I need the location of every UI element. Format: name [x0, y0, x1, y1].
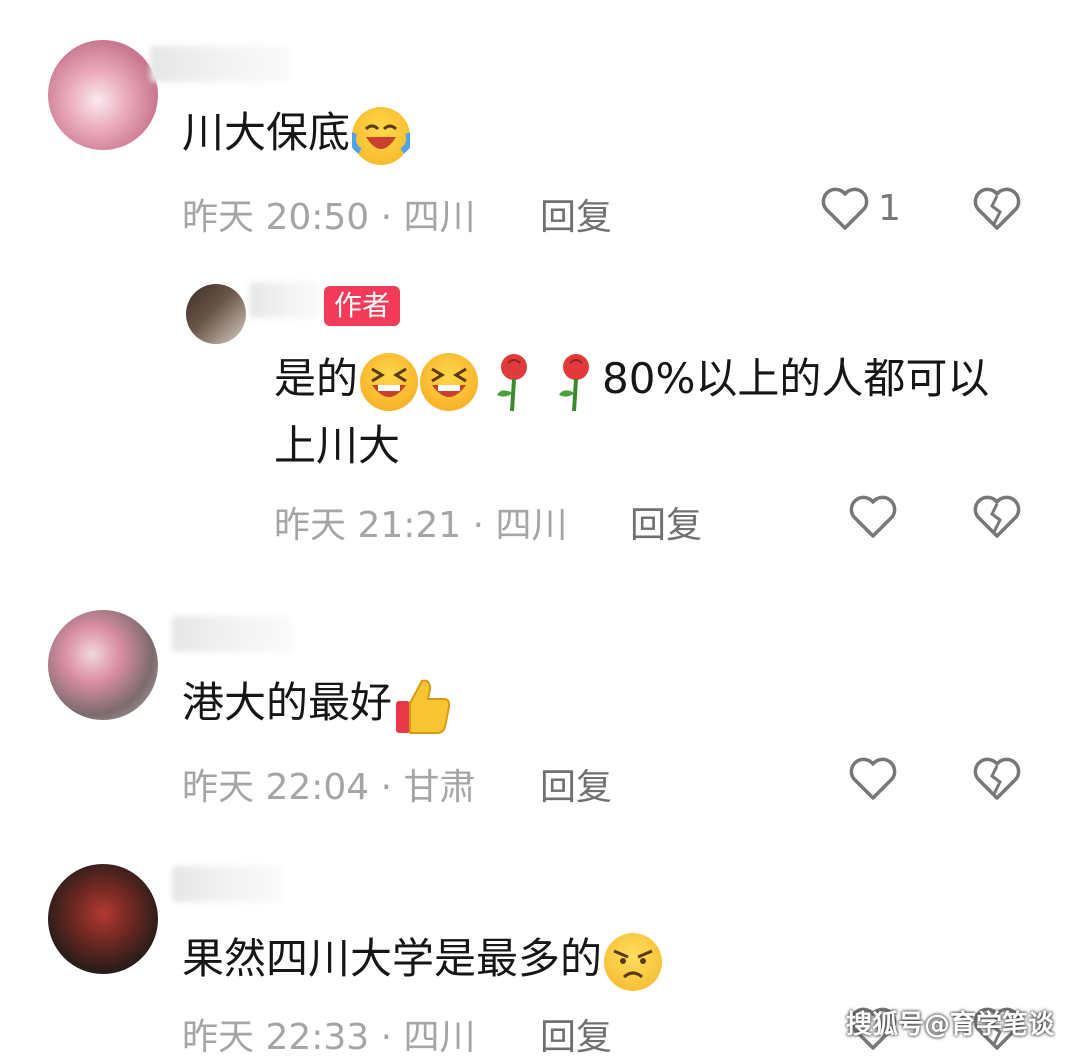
watermark: 搜狐号@育学笔谈 — [845, 1010, 1054, 1040]
comment-time-location: 昨天 22:33 · 四川 — [182, 1017, 476, 1058]
heart-outline-icon[interactable] — [820, 186, 870, 236]
comment-time-location: 昨天 21:21 · 四川 — [274, 505, 568, 546]
reply-button[interactable]: 回复 — [540, 758, 612, 810]
comment-text: 果然四川大学是最多的 — [182, 926, 663, 992]
comment-text: 川大保底 — [182, 100, 411, 166]
avatar[interactable] — [48, 610, 158, 720]
username-blurred[interactable] — [172, 616, 292, 652]
broken-heart-icon[interactable] — [972, 756, 1022, 806]
laugh-cry-emoji — [352, 106, 411, 165]
comment-time-location: 昨天 20:50 · 四川 — [182, 197, 476, 238]
reply-button[interactable]: 回复 — [630, 496, 702, 548]
comment-text: 港大的最好 — [182, 670, 452, 737]
broken-heart-icon[interactable] — [972, 494, 1022, 544]
reply-button[interactable]: 回复 — [540, 1008, 612, 1060]
avatar[interactable] — [48, 40, 158, 150]
angry-emoji — [604, 932, 663, 991]
comment-time-location: 昨天 22:04 · 甘肃 — [182, 767, 476, 808]
rose-emoji — [550, 351, 602, 413]
comment-text: 是的 80%以上的人都可以上川大 — [274, 346, 1014, 479]
like-count: 1 — [878, 188, 901, 229]
username-blurred[interactable] — [172, 866, 282, 902]
heart-outline-icon[interactable] — [848, 756, 898, 806]
laughing-emoji — [360, 352, 419, 411]
reply-button[interactable]: 回复 — [540, 188, 612, 240]
laughing-emoji — [420, 352, 479, 411]
username-blurred[interactable] — [250, 282, 320, 318]
author-badge: 作者 — [324, 286, 401, 326]
avatar[interactable] — [48, 864, 158, 974]
rose-emoji — [488, 351, 540, 413]
thumbs-up-emoji — [392, 675, 452, 737]
broken-heart-icon[interactable] — [972, 186, 1022, 236]
heart-outline-icon[interactable] — [848, 494, 898, 544]
username-blurred[interactable] — [150, 46, 290, 82]
avatar[interactable] — [186, 284, 246, 344]
